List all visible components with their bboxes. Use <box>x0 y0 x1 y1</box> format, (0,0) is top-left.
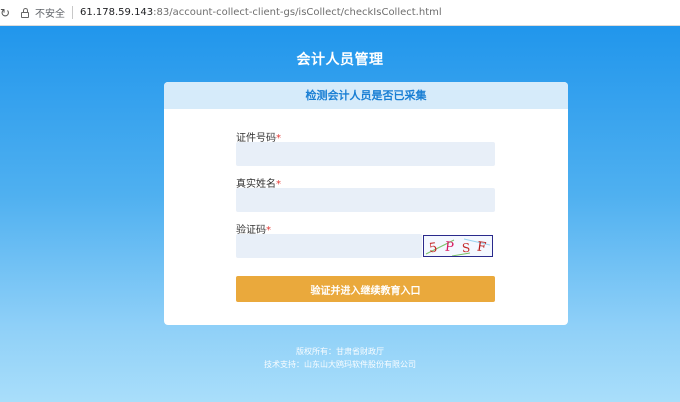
browser-address-bar: ↻ 不安全 61.178.59.143:83/account-collect-c… <box>0 0 680 26</box>
id-number-input[interactable] <box>236 142 495 166</box>
captcha-char: F <box>476 240 487 256</box>
page-background: 会计人员管理 检测会计人员是否已采集 证件号码* 真实姓名* 验证码* 5 P … <box>0 26 680 402</box>
url-path: :83/account-collect-client-gs/isCollect/… <box>153 7 442 18</box>
captcha-graphic: 5 P S F <box>425 238 491 256</box>
card-header: 检测会计人员是否已采集 <box>164 82 568 109</box>
reload-icon[interactable]: ↻ <box>0 6 14 20</box>
url-host: 61.178.59.143 <box>80 7 154 18</box>
footer-copyright: 版权所有：甘肃省财政厅 <box>296 347 384 356</box>
page-title: 会计人员管理 <box>296 52 384 68</box>
captcha-char: S <box>462 241 471 256</box>
url-field[interactable]: 61.178.59.143:83/account-collect-client-… <box>80 7 442 18</box>
captcha-char: P <box>444 240 455 256</box>
captcha-char: 5 <box>428 240 438 256</box>
captcha-image[interactable]: 5 P S F <box>423 235 493 257</box>
address-separator <box>72 6 73 19</box>
check-collect-card: 检测会计人员是否已采集 证件号码* 真实姓名* 验证码* 5 P S F 验证并… <box>164 82 568 325</box>
footer-support: 技术支持：山东山大鸥玛软件股份有限公司 <box>264 360 416 369</box>
verify-submit-button[interactable]: 验证并进入继续教育入口 <box>236 276 495 302</box>
captcha-input[interactable] <box>236 234 422 258</box>
security-label[interactable]: 不安全 <box>35 5 65 20</box>
insecure-lock-icon[interactable] <box>20 7 30 18</box>
real-name-input[interactable] <box>236 188 495 212</box>
